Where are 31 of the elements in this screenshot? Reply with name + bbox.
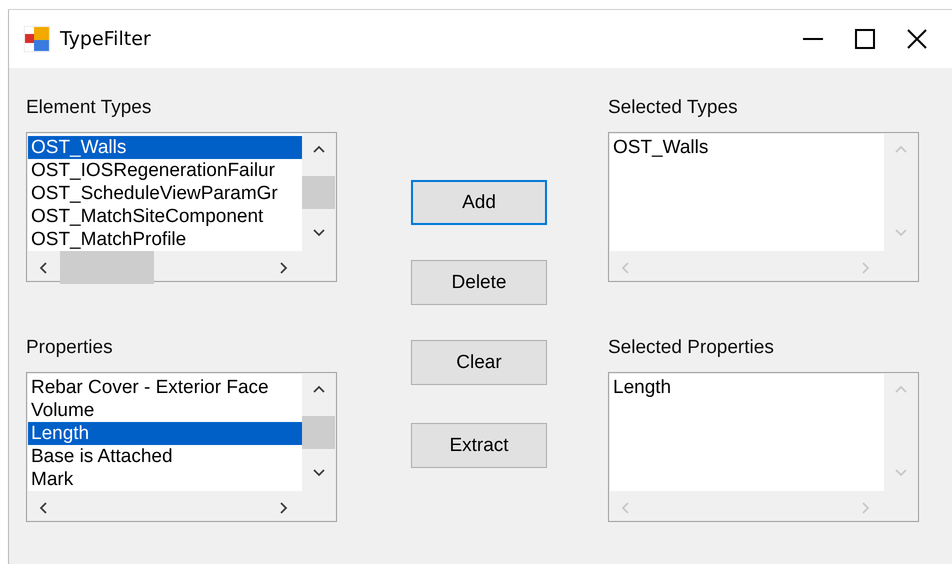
list-item[interactable]: Base is Attached xyxy=(28,445,302,468)
list-item[interactable]: OST_MatchSiteComponent xyxy=(28,205,302,228)
list-item[interactable]: Length xyxy=(28,422,302,445)
list-item[interactable]: OST_Walls xyxy=(28,136,302,159)
window-title: TypeFilter xyxy=(60,28,151,50)
scroll-thumb[interactable] xyxy=(302,176,335,209)
action-button[interactable]: Clear xyxy=(411,340,547,385)
list-item[interactable]: Length xyxy=(610,376,884,399)
list-label: Selected Properties xyxy=(608,336,774,360)
scroll-thumb[interactable] xyxy=(60,251,154,284)
list-item[interactable]: Rebar Cover - Exterior Face xyxy=(28,376,302,399)
list-item[interactable]: Volume xyxy=(28,399,302,422)
action-button[interactable]: Delete xyxy=(411,260,547,305)
list-label: Element Types xyxy=(26,96,152,120)
list-box[interactable]: Length xyxy=(608,372,919,522)
list-item[interactable]: OST_IOSRegenerationFailur xyxy=(28,159,302,182)
action-button[interactable]: Extract xyxy=(411,423,547,468)
list-item[interactable]: OST_MatchProfile xyxy=(28,228,302,251)
list-item[interactable]: OST_ScheduleViewParamGr xyxy=(28,182,302,205)
action-button[interactable]: Add xyxy=(411,180,547,225)
maximize-icon[interactable] xyxy=(854,28,876,50)
list-label: Properties xyxy=(26,336,113,360)
list-item[interactable]: Mark xyxy=(28,468,302,491)
list-label: Selected Types xyxy=(608,96,738,120)
close-icon[interactable] xyxy=(906,28,928,50)
list-box[interactable]: OST_Walls xyxy=(608,132,919,282)
list-box[interactable]: Rebar Cover - Exterior Face Volume Length Base is Attached Mark xyxy=(26,372,337,522)
list-box[interactable]: OST_Walls OST_IOSRegenerationFailur OST_ScheduleViewParamGr OST_MatchSiteComponent OST_MatchProfile xyxy=(26,132,337,282)
list-item[interactable]: OST_Walls xyxy=(610,136,884,159)
app-icon xyxy=(24,26,50,52)
scroll-thumb[interactable] xyxy=(302,416,335,449)
